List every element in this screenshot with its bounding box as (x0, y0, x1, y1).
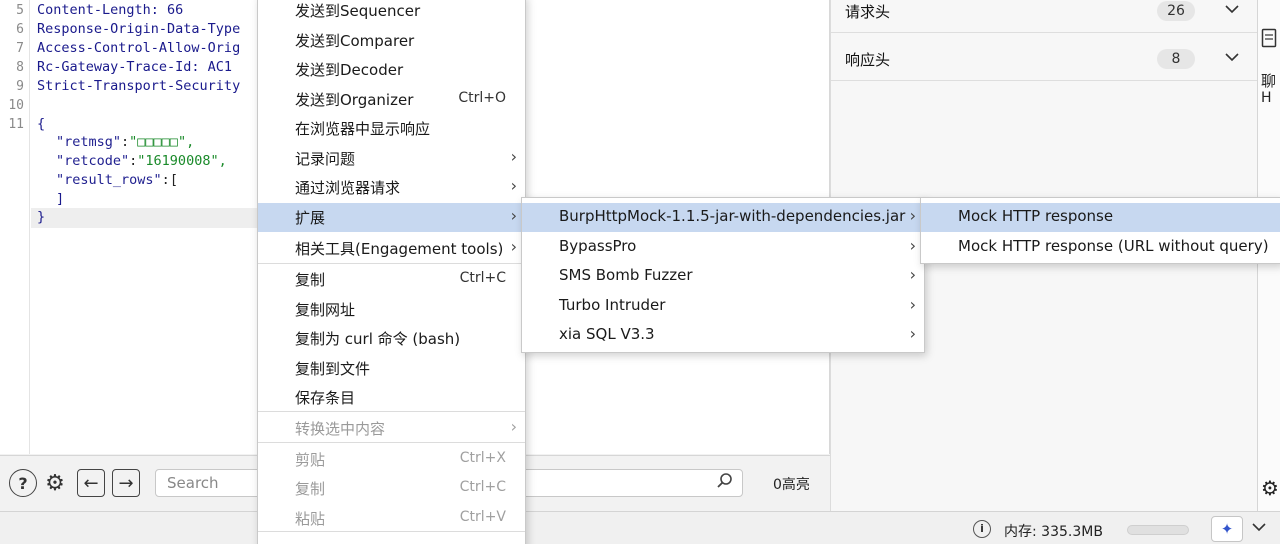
document-icon[interactable] (1261, 28, 1277, 52)
side-label[interactable]: 聊 (1261, 70, 1276, 91)
mock-submenu: Mock HTTP response Mock HTTP response (U… (920, 197, 1280, 264)
json-line: "retcode":"16190008", (56, 153, 227, 169)
menu-item-copy-url[interactable]: 复制网址 (258, 295, 525, 324)
info-icon[interactable]: i (973, 520, 991, 538)
menu-item-engagement-tools[interactable]: 相关工具(Engagement tools) › (258, 234, 525, 263)
menu-item-turbo-intruder[interactable]: Turbo Intruder › (522, 292, 924, 321)
code-line: Response-Origin-Data-Type (37, 21, 241, 37)
chevron-right-icon: › (909, 265, 916, 284)
menu-item-mock-http-response[interactable]: Mock HTTP response (921, 203, 1280, 232)
menu-item-sms-bomb-fuzzer[interactable]: SMS Bomb Fuzzer › (522, 262, 924, 291)
menu-item-send-to-organizer[interactable]: 发送到Organizer Ctrl+O (258, 85, 525, 114)
arrow-right-icon[interactable]: → (112, 469, 140, 497)
menu-item-bypasspro[interactable]: BypassPro › (522, 233, 924, 262)
json-line: "retmsg":"□□□□□", (56, 134, 195, 150)
highlight-count: 0高亮 (773, 477, 810, 493)
inspector-row-response-headers[interactable]: 响应头 8 (831, 37, 1258, 81)
inspector-row-label: 请求头 (845, 3, 891, 21)
json-value: "□□□□□", (129, 134, 195, 150)
chevron-right-icon: › (510, 237, 517, 256)
code-line: Strict-Transport-Security (37, 78, 241, 94)
chevron-right-icon: › (909, 295, 916, 314)
line-number: 10 (8, 98, 24, 113)
menu-item-send-to-comparer[interactable]: 发送到Comparer (258, 26, 525, 55)
menu-item-extensions[interactable]: 扩展 › (258, 203, 525, 232)
chevron-right-icon: › (909, 236, 916, 255)
memory-usage: 内存: 335.3MB (1004, 524, 1103, 540)
menu-item-send-to-sequencer[interactable]: 发送到Sequencer (258, 0, 525, 25)
chevron-right-icon: › (510, 206, 517, 225)
search-icon[interactable] (716, 472, 736, 492)
menu-item-burphttpmock[interactable]: BurpHttpMock-1.1.5-jar-with-dependencies… (522, 203, 924, 232)
burp-window: 5 6 7 8 9 10 11 Content-Length: 66 Respo… (0, 0, 1280, 544)
menu-item-mock-http-response-url-without-query[interactable]: Mock HTTP response (URL without query) (921, 233, 1280, 262)
code-line: Access-Control-Allow-Orig (37, 40, 241, 56)
menu-item-xia-sql[interactable]: xia SQL V3.3 › (522, 321, 924, 350)
menu-item-copy-as-curl[interactable]: 复制为 curl 命令 (bash) (258, 324, 525, 353)
menu-separator (258, 442, 525, 443)
menu-item-convert-selection: 转换选中内容 › (295, 417, 517, 438)
arrow-left-icon[interactable]: ← (77, 469, 105, 497)
menu-item-report-issue[interactable]: 记录问题 › (258, 144, 525, 173)
line-number: 6 (16, 22, 24, 37)
line-number: 9 (16, 79, 24, 94)
menu-item-request-in-browser[interactable]: 通过浏览器请求 › (258, 173, 525, 202)
line-number: 5 (16, 3, 24, 18)
menu-item-save-item[interactable]: 保存条目 (258, 383, 525, 412)
json-value: [ (169, 172, 178, 188)
chevron-right-icon: › (510, 417, 517, 436)
count-badge: 26 (1157, 1, 1195, 21)
json-key: "result_rows" (56, 172, 162, 188)
menu-item-cut: 剪贴 Ctrl+X (295, 450, 506, 469)
code-line: } (37, 209, 46, 225)
menu-item-copy-to-file[interactable]: 复制到文件 (258, 354, 525, 383)
code-line: Rc-Gateway-Trace-Id: AC1 (37, 59, 233, 75)
chevron-down-icon[interactable] (1225, 0, 1239, 18)
line-number-gutter: 5 6 7 8 9 10 11 (0, 0, 30, 454)
chevron-down-icon[interactable] (1252, 518, 1266, 536)
inspector-row-request-headers[interactable]: 请求头 26 (831, 0, 1258, 33)
context-menu: 发送到Sequencer 发送到Comparer 发送到Decoder 发送到O… (257, 0, 526, 544)
menu-item-send-to-decoder[interactable]: 发送到Decoder (258, 55, 525, 84)
gear-icon[interactable]: ⚙ (41, 469, 69, 497)
code-line: ] (56, 191, 65, 207)
inspector-row-label: 响应头 (845, 51, 891, 69)
line-number: 7 (16, 41, 24, 56)
gear-icon[interactable]: ⚙ (1261, 476, 1279, 500)
memory-bar (1127, 525, 1189, 535)
status-bar: i 内存: 335.3MB ✦ (0, 511, 1280, 544)
line-number: 8 (16, 60, 24, 75)
menu-separator (258, 411, 525, 412)
extensions-submenu: BurpHttpMock-1.1.5-jar-with-dependencies… (521, 197, 925, 353)
sparkle-icon[interactable]: ✦ (1211, 516, 1243, 542)
menu-item-copy[interactable]: 复制 Ctrl+C (258, 265, 525, 294)
chevron-right-icon: › (909, 206, 916, 225)
code-line: Content-Length: 66 (37, 2, 184, 18)
json-line: "result_rows":[ (56, 172, 178, 188)
line-number: 11 (8, 117, 24, 132)
side-label[interactable]: H (1261, 90, 1272, 106)
menu-separator (258, 531, 525, 532)
json-value: "16190008", (137, 153, 227, 169)
json-key: "retmsg" (56, 134, 122, 150)
chevron-down-icon[interactable] (1225, 47, 1239, 66)
chevron-right-icon: › (510, 147, 517, 166)
menu-item-paste: 粘贴 Ctrl+V (295, 509, 506, 528)
json-key: "retcode" (56, 153, 130, 169)
chevron-right-icon: › (510, 176, 517, 195)
menu-separator (258, 263, 525, 264)
code-line: { (37, 116, 46, 132)
count-badge: 8 (1157, 49, 1195, 69)
help-icon[interactable]: ? (9, 469, 37, 497)
menu-item-copy-disabled: 复制 Ctrl+C (295, 479, 506, 498)
menu-item-show-in-browser[interactable]: 在浏览器中显示响应 (258, 114, 525, 143)
chevron-right-icon: › (909, 324, 916, 343)
